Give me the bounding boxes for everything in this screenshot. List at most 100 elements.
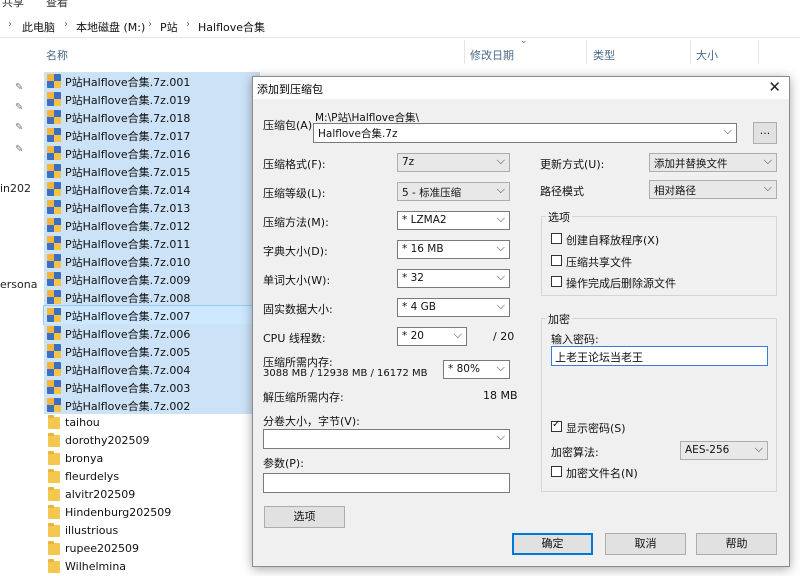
file-row[interactable]: P站Halflove合集.7z.018	[44, 108, 260, 126]
update-mode-select[interactable]: 添加并替换文件 ⌵	[649, 153, 777, 172]
nav-item-fragment[interactable]: in202	[0, 182, 31, 195]
file-row[interactable]: P站Halflove合集.7z.005	[44, 342, 260, 360]
file-row[interactable]: P站Halflove合集.7z.004	[44, 360, 260, 378]
column-header-type[interactable]: 类型	[593, 47, 615, 71]
level-select[interactable]: 5 - 标准压缩 ⌵	[397, 182, 510, 201]
password-input[interactable]: 上老王论坛当老王	[551, 346, 768, 366]
options-button[interactable]: 选项	[264, 506, 345, 528]
encrypt-filenames-checkbox[interactable]	[551, 466, 562, 477]
archive-file-icon	[47, 362, 61, 376]
pin-icon[interactable]: ✎	[15, 82, 23, 93]
file-row[interactable]: Hindenburg202509	[44, 504, 260, 522]
word-select[interactable]: * 32 ⌵	[397, 269, 510, 288]
sfx-checkbox[interactable]	[551, 233, 562, 244]
file-row[interactable]: bronya	[44, 450, 260, 468]
file-row[interactable]: Wilhelmina	[44, 558, 260, 576]
decompress-memory-label: 解压缩所需内存:	[263, 391, 344, 404]
sfx-label[interactable]: 创建自释放程序(X)	[566, 232, 659, 248]
nav-item-fragment[interactable]: ersona	[0, 278, 37, 291]
format-select[interactable]: 7z ⌵	[397, 153, 510, 172]
pin-icon[interactable]: ✎	[15, 122, 23, 133]
archive-name-combo[interactable]: Halflove合集.7z ⌵	[313, 123, 737, 143]
file-name: P站Halflove合集.7z.014	[65, 184, 191, 197]
chevron-down-icon: ⌵	[453, 328, 462, 341]
address-bar[interactable]: › 此电脑 › 本地磁盘 (M:) › P站 › Halflove合集	[0, 14, 800, 38]
encryption-method-select[interactable]: AES-256 ⌵	[680, 441, 768, 460]
file-row[interactable]: P站Halflove合集.7z.009	[44, 270, 260, 288]
breadcrumb-folder-p[interactable]: P站	[160, 19, 178, 35]
params-input[interactable]	[263, 473, 510, 493]
file-row[interactable]: dorothy202509	[44, 432, 260, 450]
method-select[interactable]: * LZMA2 ⌵	[397, 211, 510, 230]
volume-size-combo[interactable]: ⌵	[263, 429, 510, 449]
solid-select[interactable]: * 4 GB ⌵	[397, 298, 510, 317]
pin-icon[interactable]: ✎	[15, 102, 23, 113]
chevron-down-icon[interactable]: ⌵	[724, 124, 732, 138]
breadcrumb-folder-halflove[interactable]: Halflove合集	[198, 19, 265, 35]
column-header-size[interactable]: 大小	[696, 47, 718, 71]
column-divider[interactable]	[586, 40, 587, 64]
file-row[interactable]: illustrious	[44, 522, 260, 540]
ribbon-tab-share[interactable]: 共享	[2, 0, 24, 10]
path-mode-select[interactable]: 相对路径 ⌵	[649, 180, 777, 199]
file-row[interactable]: P站Halflove合集.7z.011	[44, 234, 260, 252]
file-row[interactable]: P站Halflove合集.7z.002	[44, 396, 260, 414]
show-password-checkbox[interactable]	[551, 419, 562, 432]
file-row[interactable]: P站Halflove合集.7z.017	[44, 126, 260, 144]
column-divider[interactable]	[690, 40, 691, 64]
ok-button[interactable]: 确定	[512, 533, 593, 555]
file-row[interactable]: P站Halflove合集.7z.008	[44, 288, 260, 306]
pin-icon[interactable]: ✎	[15, 144, 23, 155]
file-row[interactable]: P站Halflove合集.7z.014	[44, 180, 260, 198]
encrypt-filenames-label[interactable]: 加密文件名(N)	[566, 465, 638, 481]
update-mode-label: 更新方式(U):	[540, 158, 605, 171]
file-row[interactable]: P站Halflove合集.7z.016	[44, 144, 260, 162]
update-mode-value: 添加并替换文件	[654, 158, 728, 170]
shared-files-checkbox[interactable]	[551, 255, 562, 266]
file-row[interactable]: fleurdelys	[44, 468, 260, 486]
archive-file-icon	[47, 326, 61, 340]
file-row[interactable]: P站Halflove合集.7z.006	[44, 324, 260, 342]
breadcrumb-this-pc[interactable]: 此电脑	[22, 19, 55, 35]
file-row[interactable]: P站Halflove合集.7z.019	[44, 90, 260, 108]
ribbon-tab-view[interactable]: 查看	[46, 0, 68, 10]
dict-select[interactable]: * 16 MB ⌵	[397, 240, 510, 259]
column-header-modified[interactable]: 修改日期	[470, 47, 514, 71]
file-row[interactable]: taihou	[44, 414, 260, 432]
show-password-label[interactable]: 显示密码(S)	[566, 420, 626, 436]
chevron-right-icon: ›	[148, 19, 152, 30]
file-row[interactable]: P站Halflove合集.7z.007	[43, 305, 261, 325]
cancel-button[interactable]: 取消	[605, 533, 686, 555]
file-row[interactable]: P站Halflove合集.7z.012	[44, 216, 260, 234]
delete-after-checkbox[interactable]	[551, 276, 562, 287]
file-row[interactable]: rupee202509	[44, 540, 260, 558]
file-row[interactable]: P站Halflove合集.7z.013	[44, 198, 260, 216]
solid-value: * 4 GB	[402, 301, 436, 313]
file-row[interactable]: P站Halflove合集.7z.010	[44, 252, 260, 270]
memory-percent-select[interactable]: * 80% ⌵	[443, 360, 510, 379]
file-row[interactable]: P站Halflove合集.7z.003	[44, 378, 260, 396]
cpu-select[interactable]: * 20 ⌵	[397, 327, 467, 346]
column-header-name[interactable]: 名称	[46, 47, 68, 71]
folder-icon	[48, 433, 60, 447]
help-button[interactable]: 帮助	[696, 533, 777, 555]
chevron-down-icon[interactable]: ⌵	[497, 430, 505, 444]
cpu-total: / 20	[493, 330, 515, 343]
delete-after-label[interactable]: 操作完成后删除源文件	[566, 275, 676, 291]
folder-icon	[48, 541, 60, 555]
breadcrumb-drive[interactable]: 本地磁盘 (M:)	[76, 19, 145, 35]
chevron-right-icon: ›	[64, 19, 68, 30]
file-row[interactable]: alvitr202509	[44, 486, 260, 504]
shared-files-label[interactable]: 压缩共享文件	[566, 254, 632, 270]
cpu-value: * 20	[402, 330, 424, 342]
file-row[interactable]: P站Halflove合集.7z.001	[44, 72, 260, 90]
dialog-titlebar[interactable]: 添加到压缩包 ✕	[253, 77, 789, 99]
close-icon[interactable]: ✕	[768, 78, 781, 96]
column-divider[interactable]	[758, 40, 759, 64]
file-name: P站Halflove合集.7z.005	[65, 346, 191, 359]
level-label: 压缩等级(L):	[263, 187, 326, 200]
column-divider[interactable]	[464, 40, 465, 64]
browse-button[interactable]: ...	[753, 122, 777, 144]
chevron-down-icon: ⌵	[754, 442, 763, 455]
file-row[interactable]: P站Halflove合集.7z.015	[44, 162, 260, 180]
